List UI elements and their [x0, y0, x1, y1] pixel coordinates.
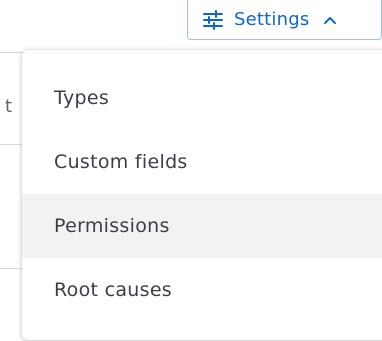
menu-item-types[interactable]: Types: [22, 66, 382, 130]
background-text-fragment: t: [5, 96, 13, 117]
menu-item-custom-fields[interactable]: Custom fields: [22, 130, 382, 194]
chevron-up-icon: [323, 15, 337, 25]
sliders-icon: [202, 9, 224, 30]
menu-item-permissions[interactable]: Permissions: [22, 194, 382, 258]
settings-dropdown-menu: Types Custom fields Permissions Root cau…: [22, 50, 382, 340]
settings-button-label: Settings: [234, 9, 310, 30]
page: t Settings Types Custom fields Permissio…: [0, 0, 382, 341]
settings-button[interactable]: Settings: [187, 0, 382, 40]
menu-item-root-causes[interactable]: Root causes: [22, 258, 382, 322]
